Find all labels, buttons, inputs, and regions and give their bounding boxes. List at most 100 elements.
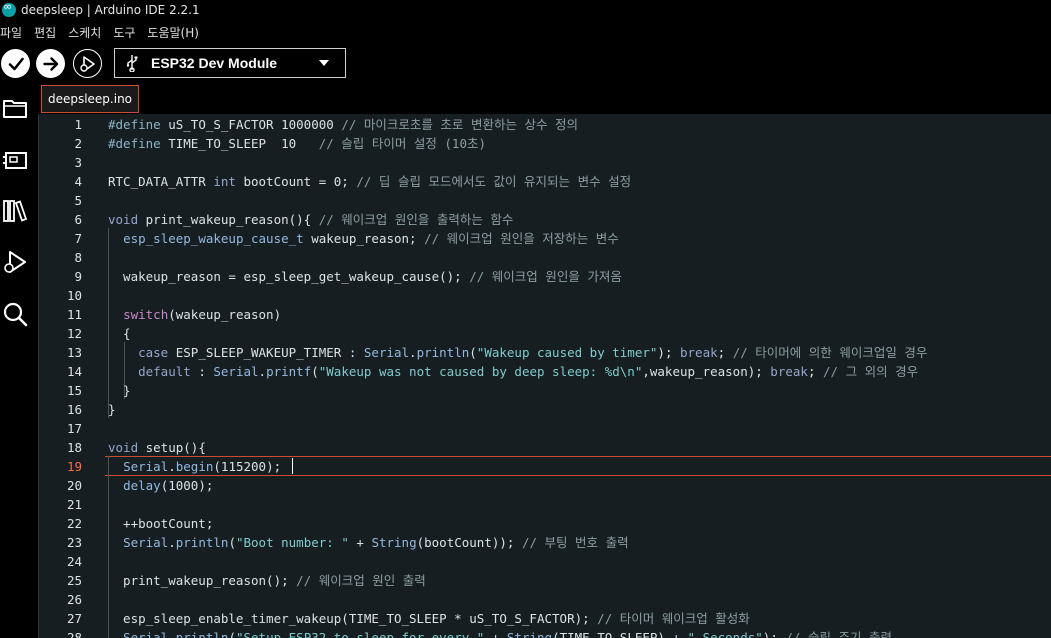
debug-icon	[79, 55, 95, 72]
code-line[interactable]: 20 delay(1000);	[39, 476, 1051, 495]
board-manager-icon[interactable]	[1, 146, 29, 174]
code-text: print_wakeup_reason(); // 웨이크업 원인 출력	[108, 573, 426, 588]
upload-icon	[42, 56, 58, 71]
arduino-logo-icon	[2, 0, 16, 17]
line-number: 1	[74, 117, 82, 132]
board-name: ESP32 Dev Module	[151, 55, 278, 71]
line-number: 26	[66, 592, 82, 607]
code-text: switch(wakeup_reason)	[123, 307, 282, 322]
code-text: case ESP_SLEEP_WAKEUP_TIMER : Serial.pri…	[138, 345, 928, 360]
debugger-icon[interactable]	[1, 248, 29, 276]
code-line[interactable]: 19 Serial.begin(115200);	[39, 457, 1051, 476]
board-selector[interactable]: ESP32 Dev Module	[114, 48, 346, 78]
code-line[interactable]: 15 }	[39, 381, 1051, 400]
verify-button[interactable]	[1, 49, 30, 78]
line-number: 25	[66, 573, 82, 588]
code-line[interactable]: 10	[39, 286, 1051, 305]
menu-sketch[interactable]: 스케치	[62, 24, 107, 41]
window-title: deepsleep | Arduino IDE 2.2.1	[21, 3, 200, 17]
code-text: esp_sleep_enable_timer_wakeup(TIME_TO_SL…	[108, 611, 750, 626]
line-number: 5	[74, 193, 82, 208]
code-text: default : Serial.printf("Wakeup was not …	[138, 364, 919, 379]
code-line[interactable]: 12 {	[39, 324, 1051, 343]
code-line[interactable]: 13 case ESP_SLEEP_WAKEUP_TIMER : Serial.…	[39, 343, 1051, 362]
line-number: 3	[74, 155, 82, 170]
code-text: Serial.println("Setup ESP32 to sleep for…	[123, 630, 893, 638]
verify-icon	[8, 57, 24, 70]
line-number: 6	[74, 212, 82, 227]
line-number: 21	[66, 497, 82, 512]
line-number: 24	[66, 554, 82, 569]
code-line[interactable]: 25 print_wakeup_reason(); // 웨이크업 원인 출력	[39, 571, 1051, 590]
code-line[interactable]: 18 void setup(){	[39, 438, 1051, 457]
usb-icon	[126, 55, 138, 72]
code-line[interactable]: 5	[39, 191, 1051, 210]
code-text: void print_wakeup_reason(){ // 웨이크업 원인을 …	[108, 212, 514, 227]
menu-bar: 파일 편집 스케치 도구 도움말(H)	[0, 20, 1051, 44]
line-number: 8	[74, 250, 82, 265]
code-line[interactable]: 11 switch(wakeup_reason)	[39, 305, 1051, 324]
code-line[interactable]: 8	[39, 248, 1051, 267]
menu-tools[interactable]: 도구	[107, 24, 141, 41]
code-line[interactable]: 26	[39, 590, 1051, 609]
code-line[interactable]: 4 RTC_DATA_ATTR int bootCount = 0; // 딥 슬…	[39, 172, 1051, 191]
code-text: delay(1000);	[123, 478, 214, 493]
code-line[interactable]: 27 esp_sleep_enable_timer_wakeup(TIME_TO…	[39, 609, 1051, 628]
code-text: }	[108, 402, 116, 417]
library-icon[interactable]	[1, 197, 29, 225]
line-number: 28	[66, 630, 82, 638]
code-text: esp_sleep_wakeup_cause_t wakeup_reason; …	[123, 231, 619, 246]
menu-help[interactable]: 도움말(H)	[141, 24, 205, 41]
code-line[interactable]: 2 #define TIME_TO_SLEEP 10 // 슬립 타이머 설정 (…	[39, 134, 1051, 153]
code-line[interactable]: 3	[39, 153, 1051, 172]
line-number: 14	[66, 364, 82, 379]
code-line[interactable]: 22 ++bootCount;	[39, 514, 1051, 533]
search-icon[interactable]	[1, 300, 29, 328]
code-line[interactable]: 17	[39, 419, 1051, 438]
code-text: #define uS_TO_S_FACTOR 1000000 // 마이크로초를…	[108, 117, 578, 132]
code-text: }	[108, 383, 131, 398]
line-number: 11	[66, 307, 82, 322]
code-text: #define TIME_TO_SLEEP 10 // 슬립 타이머 설정 (1…	[108, 136, 486, 151]
line-number: 16	[66, 402, 82, 417]
code-line[interactable]: 7 esp_sleep_wakeup_cause_t wakeup_reason…	[39, 229, 1051, 248]
line-number: 12	[66, 326, 82, 341]
line-number: 23	[66, 535, 82, 550]
code-line[interactable]: 9 wakeup_reason = esp_sleep_get_wakeup_c…	[39, 267, 1051, 286]
line-number: 27	[66, 611, 82, 626]
code-text: Serial.begin(115200);	[123, 459, 282, 474]
menu-edit[interactable]: 편집	[28, 24, 62, 41]
menu-file[interactable]: 파일	[0, 24, 28, 41]
line-number: 7	[74, 231, 82, 246]
line-number: 20	[66, 478, 82, 493]
editor-tab-bar: deepsleep.ino	[38, 84, 1051, 114]
code-text: wakeup_reason = esp_sleep_get_wakeup_cau…	[108, 269, 622, 284]
code-line[interactable]: 24	[39, 552, 1051, 571]
code-editor[interactable]: 1 #define uS_TO_S_FACTOR 1000000 // 마이크로초…	[38, 114, 1051, 638]
title-bar: deepsleep | Arduino IDE 2.2.1	[0, 0, 1051, 20]
line-number: 13	[66, 345, 82, 360]
code-text: {	[108, 326, 131, 341]
code-line[interactable]: 1 #define uS_TO_S_FACTOR 1000000 // 마이크로초…	[39, 115, 1051, 134]
folder-icon[interactable]	[1, 94, 29, 122]
code-line[interactable]: 14 default : Serial.printf("Wakeup was n…	[39, 362, 1051, 381]
tab-deepsleep-ino[interactable]: deepsleep.ino	[41, 85, 139, 113]
line-number: 9	[74, 269, 82, 284]
code-text: void setup(){	[108, 440, 206, 455]
upload-button[interactable]	[36, 49, 65, 78]
code-text: Serial.println("Boot number: " + String(…	[123, 535, 629, 550]
chevron-down-icon	[319, 60, 329, 66]
code-text: RTC_DATA_ATTR int bootCount = 0; // 딥 슬립…	[108, 174, 632, 189]
code-text: ++bootCount;	[108, 516, 214, 531]
code-line[interactable]: 28 Serial.println("Setup ESP32 to sleep …	[39, 628, 1051, 638]
code-line[interactable]: 6 void print_wakeup_reason(){ // 웨이크업 원인을…	[39, 210, 1051, 229]
code-line[interactable]: 23 Serial.println("Boot number: " + Stri…	[39, 533, 1051, 552]
debug-button[interactable]	[73, 49, 102, 78]
code-line[interactable]: 21	[39, 495, 1051, 514]
code-line[interactable]: 16}	[39, 400, 1051, 419]
line-number: 10	[66, 288, 82, 303]
line-number: 22	[66, 516, 82, 531]
line-number: 19	[66, 459, 82, 474]
line-number: 4	[74, 174, 82, 189]
line-number: 15	[66, 383, 82, 398]
